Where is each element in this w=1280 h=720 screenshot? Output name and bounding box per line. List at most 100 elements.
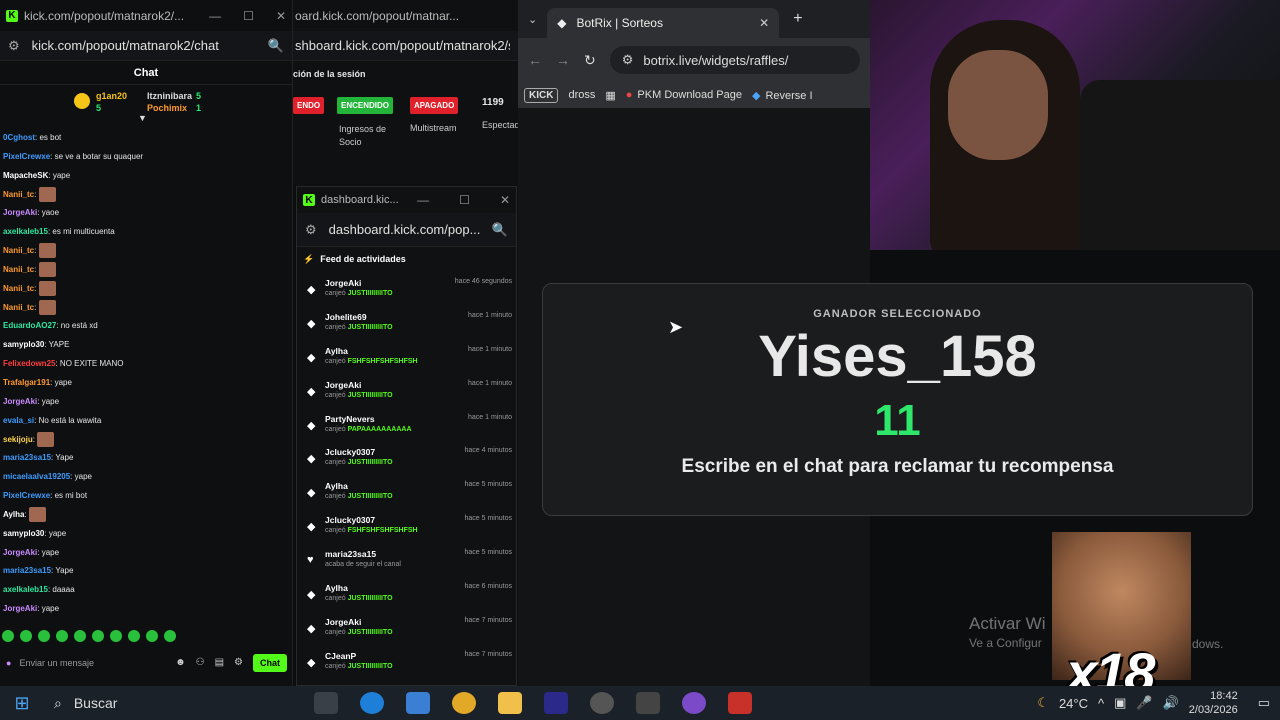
feed-user[interactable]: Jclucky0307 xyxy=(325,515,375,525)
chat-username[interactable]: MapacheSK xyxy=(3,171,48,180)
feed-item[interactable]: ♥ maria23sa15 acaba de seguir el canal hace… xyxy=(297,546,516,580)
weather-temp[interactable]: 24°C xyxy=(1059,696,1088,711)
feed-user[interactable]: Aylha xyxy=(325,583,348,593)
new-tab-icon[interactable]: + xyxy=(793,10,802,28)
chat-username[interactable]: sekijoju xyxy=(3,435,33,444)
chat-send-button[interactable]: Chat xyxy=(253,653,287,672)
notifications-icon[interactable]: ▭ xyxy=(1258,695,1270,711)
status-tag-on[interactable]: ENDO xyxy=(293,97,325,114)
apps-grid-icon[interactable]: ▦ xyxy=(605,89,615,102)
store-icon[interactable] xyxy=(406,692,430,714)
address-bar[interactable]: ⚙ botrix.live/widgets/raffles/ xyxy=(609,46,860,74)
feed-user[interactable]: Aylha xyxy=(325,481,348,491)
emote-icon[interactable] xyxy=(74,630,86,642)
chat-username[interactable]: PixelCrewxe xyxy=(3,152,50,161)
maximize-icon[interactable]: ☐ xyxy=(243,9,254,23)
chat-username[interactable]: Nanii_tc xyxy=(3,190,34,199)
chat-username[interactable]: maria23sa15 xyxy=(3,566,51,575)
taskbar-search[interactable]: ⌕ Buscar xyxy=(44,686,294,720)
weather-moon-icon[interactable]: ☾ xyxy=(1037,695,1049,711)
chat-username[interactable]: Felixedown25 xyxy=(3,359,55,368)
feed-item[interactable]: ◆ Jclucky0307 canjeó FSHFSHFSHFSHFSH hace 5… xyxy=(297,512,516,546)
feed-url-bar[interactable]: ⚙ dashboard.kick.com/pop... 🔍 xyxy=(297,213,516,247)
mic-icon[interactable]: ● xyxy=(6,658,11,668)
feed-user[interactable]: Johelite69 xyxy=(325,312,367,322)
windows-start-icon[interactable]: ⊞ xyxy=(0,693,44,714)
bookmark-pkm[interactable]: ● PKM Download Page xyxy=(626,89,742,101)
chat-username[interactable]: Nanii_tc xyxy=(3,284,34,293)
chat-username[interactable]: samyplo30 xyxy=(3,340,44,349)
emoji-picker-icon[interactable]: ☻ xyxy=(175,657,186,668)
tab-botrix-sorteos[interactable]: ◆ BotRix | Sorteos ✕ xyxy=(547,8,780,38)
bookmark-reverse[interactable]: ◆ Reverse I xyxy=(752,89,813,102)
feed-user[interactable]: Jclucky0307 xyxy=(325,447,375,457)
chat-username[interactable]: Aylha xyxy=(3,510,25,519)
bookmark-dross[interactable]: dross xyxy=(568,89,595,101)
minimize-icon[interactable]: — xyxy=(417,193,429,207)
chat-username[interactable]: maria23sa15 xyxy=(3,453,51,462)
chat-username[interactable]: EduardoAO27 xyxy=(3,321,56,330)
obs-icon[interactable] xyxy=(590,692,614,714)
app-icon[interactable] xyxy=(728,692,752,714)
back-icon[interactable]: ← xyxy=(528,52,542,68)
chat-username[interactable]: JorgeAki xyxy=(3,604,37,613)
chat-username[interactable]: PixelCrewxe xyxy=(3,491,50,500)
tab-search-icon[interactable]: ⌄ xyxy=(528,13,537,26)
chrome-icon[interactable] xyxy=(452,692,476,714)
clock[interactable]: 18:42 2/03/2026 xyxy=(1189,689,1238,717)
chat-username[interactable]: Nanii_tc xyxy=(3,265,34,274)
mic-icon[interactable]: 🎤 xyxy=(1136,695,1152,711)
chat-username[interactable]: JorgeAki xyxy=(3,208,37,217)
emote-icon[interactable] xyxy=(128,630,140,642)
feed-user[interactable]: maria23sa15 xyxy=(325,549,376,559)
edge-icon[interactable] xyxy=(360,692,384,714)
premiere-icon[interactable] xyxy=(544,692,568,714)
chat-username[interactable]: Nanii_tc xyxy=(3,303,34,312)
feed-item[interactable]: ◆ Aylha canjeó FSHFSHFSHFSHFSH hace 1 minut… xyxy=(297,343,516,377)
chat-username[interactable]: samyplo30 xyxy=(3,529,44,538)
tray-chevron-icon[interactable]: ^ xyxy=(1098,696,1104,711)
bookmark-kick[interactable]: KICK xyxy=(524,87,559,103)
zoom-search-icon[interactable]: 🔍 xyxy=(492,222,508,238)
emote-icon[interactable] xyxy=(110,630,122,642)
users-icon[interactable]: ⚇ xyxy=(196,657,205,668)
feed-item[interactable]: ◆ Aylha canjeó JUSTIIIIIIIIITO hace 6 minut… xyxy=(297,580,516,614)
emote-quickbar[interactable] xyxy=(2,630,176,642)
feed-user[interactable]: JorgeAki xyxy=(325,617,361,627)
feed-user[interactable]: Aylha xyxy=(325,346,348,356)
chevron-down-icon[interactable]: ▼ xyxy=(138,113,147,123)
site-settings-icon[interactable]: ⚙ xyxy=(8,38,20,54)
zoom-search-icon[interactable]: 🔍 xyxy=(268,38,284,54)
chat-username[interactable]: axelkaleb15 xyxy=(3,227,48,236)
settings-gear-icon[interactable]: ⚙ xyxy=(234,657,243,668)
chat-username[interactable]: micaelaalva19205 xyxy=(3,472,70,481)
dashboard-url-bar[interactable]: shboard.kick.com/popout/matnarok2/s xyxy=(293,31,518,61)
close-tab-icon[interactable]: ✕ xyxy=(759,16,769,30)
maximize-icon[interactable]: ☐ xyxy=(459,193,470,207)
chat-username[interactable]: 0Cghost xyxy=(3,133,35,142)
feed-user[interactable]: JorgeAki xyxy=(325,278,361,288)
emote-icon[interactable] xyxy=(38,630,50,642)
feed-titlebar[interactable]: K dashboard.kic... — ☐ ✕ xyxy=(297,187,516,213)
feed-item[interactable]: ◆ JorgeAki canjeó JUSTIIIIIIIIITO hace 1 mi… xyxy=(297,377,516,411)
volume-icon[interactable]: 🔊 xyxy=(1163,695,1179,711)
feed-item[interactable]: ◆ Jclucky0307 canjeó JUSTIIIIIIIIITO hace 4… xyxy=(297,444,516,478)
task-view-icon[interactable] xyxy=(314,692,338,714)
close-icon[interactable]: ✕ xyxy=(276,9,286,23)
feed-item[interactable]: ◆ CJeanP canjeó JUSTIIIIIIIIITO hace 7 minu… xyxy=(297,648,516,682)
chat-username[interactable]: evala_si xyxy=(3,416,34,425)
status-tag-encendido[interactable]: ENCENDIDO xyxy=(337,97,394,114)
chat-message-input[interactable]: Enviar un mensaje xyxy=(19,658,94,668)
feed-item[interactable]: ◆ JorgeAki canjeó JUSTIIIIIIIIITO hace 46 s… xyxy=(297,275,516,309)
feed-item[interactable]: ◆ PartyNevers canjeó PAPAAAAAAAAAA hace 1 m… xyxy=(297,411,516,445)
chat-username[interactable]: Trafalgar191 xyxy=(3,378,50,387)
app-icon[interactable] xyxy=(682,692,706,714)
emote-icon[interactable] xyxy=(20,630,32,642)
feed-user[interactable]: PartyNevers xyxy=(325,414,375,424)
status-tag-apagado[interactable]: APAGADO xyxy=(410,97,459,114)
chat-username[interactable]: Nanii_tc xyxy=(3,246,34,255)
chat-url-bar[interactable]: ⚙ kick.com/popout/matnarok2/chat 🔍 xyxy=(0,31,292,61)
feed-user[interactable]: JorgeAki xyxy=(325,380,361,390)
store-icon[interactable]: ▤ xyxy=(215,657,224,668)
site-settings-icon[interactable]: ⚙ xyxy=(305,222,317,238)
